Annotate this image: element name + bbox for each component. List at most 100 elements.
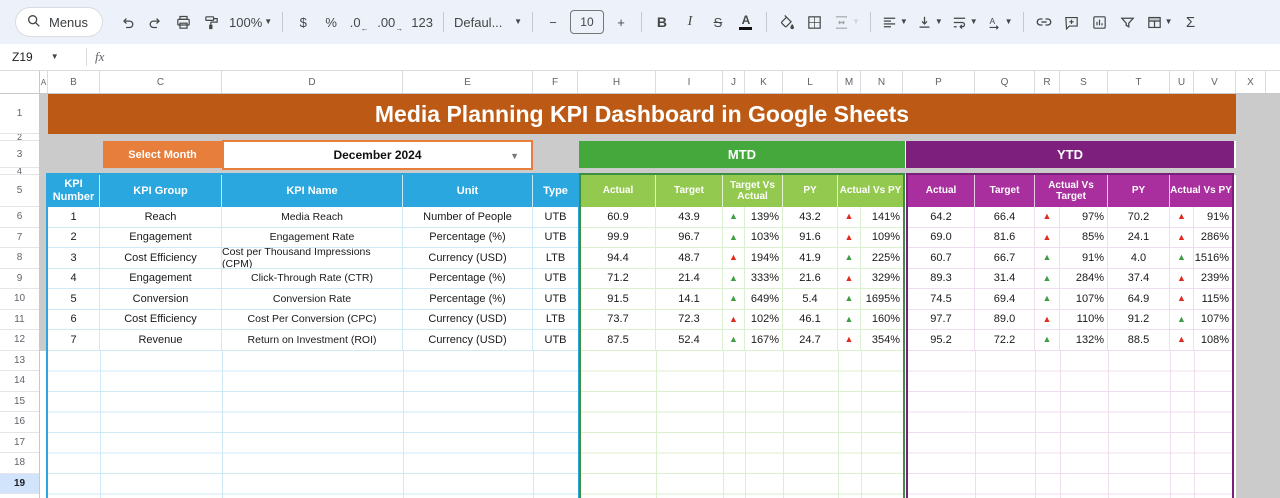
cell-kpi-name[interactable]: Cost per Thousand Impressions (CPM) xyxy=(222,248,403,269)
header-mtd-actual[interactable]: Actual xyxy=(581,175,656,207)
cell-mtd-tva-trend[interactable] xyxy=(723,268,745,289)
header-kpi-name[interactable]: KPI Name xyxy=(222,175,403,207)
row-header-15[interactable]: 15 xyxy=(0,391,39,412)
select-all-corner[interactable] xyxy=(0,71,40,93)
column-header-T[interactable]: T xyxy=(1108,71,1170,93)
cell-ytd-avp[interactable]: 108% xyxy=(1194,330,1232,351)
create-filter-button[interactable] xyxy=(1115,8,1141,36)
cell-ytd-avp[interactable]: 1516% xyxy=(1194,248,1232,269)
cell-mtd-actual[interactable]: 73.7 xyxy=(581,309,656,330)
cell-ytd-actual[interactable]: 69.0 xyxy=(908,227,975,248)
cell-kpi-group[interactable]: Reach xyxy=(100,207,222,228)
cell-ytd-avt-trend[interactable] xyxy=(1035,207,1060,228)
italic-button[interactable]: I xyxy=(677,8,703,36)
cell-mtd-target[interactable]: 43.9 xyxy=(656,207,723,228)
cell-ytd-avt-trend[interactable] xyxy=(1035,330,1060,351)
column-header-S[interactable]: S xyxy=(1060,71,1108,93)
cell-mtd-target[interactable]: 72.3 xyxy=(656,309,723,330)
cell-mtd-tva[interactable]: 102% xyxy=(745,309,783,330)
cell-ytd-py[interactable]: 88.5 xyxy=(1108,330,1170,351)
strikethrough-button[interactable]: S xyxy=(705,8,731,36)
row-header-18[interactable]: 18 xyxy=(0,453,39,474)
cell-ytd-target[interactable]: 89.0 xyxy=(975,309,1035,330)
column-header-A[interactable]: A xyxy=(40,71,48,93)
cell-kpi-group[interactable]: Cost Efficiency xyxy=(100,248,222,269)
cell-ytd-target[interactable]: 66.7 xyxy=(975,248,1035,269)
cell-kpi-group[interactable]: Conversion xyxy=(100,289,222,310)
row-header-12[interactable]: 12 xyxy=(0,330,39,351)
cell-mtd-avp-trend[interactable] xyxy=(838,207,861,228)
header-mtd-target[interactable]: Target xyxy=(656,175,723,207)
column-header-D[interactable]: D xyxy=(222,71,403,93)
header-mtd-target-vs-actual[interactable]: Target Vs Actual xyxy=(723,175,783,207)
cell-ytd-avt-trend[interactable] xyxy=(1035,248,1060,269)
name-box[interactable]: Z19 ▼ xyxy=(0,50,86,64)
cell-mtd-actual[interactable]: 99.9 xyxy=(581,227,656,248)
cell-kpi-group[interactable]: Revenue xyxy=(100,330,222,351)
cell-mtd-target[interactable]: 48.7 xyxy=(656,248,723,269)
row-header-14[interactable]: 14 xyxy=(0,371,39,392)
cell-ytd-avt[interactable]: 107% xyxy=(1060,289,1108,310)
cell-ytd-avt[interactable]: 85% xyxy=(1060,227,1108,248)
cell-mtd-py[interactable]: 21.6 xyxy=(783,268,838,289)
column-header-L[interactable]: L xyxy=(783,71,838,93)
header-kpi-group[interactable]: KPI Group xyxy=(100,175,222,207)
cell-ytd-avt[interactable]: 110% xyxy=(1060,309,1108,330)
cell-ytd-avt-trend[interactable] xyxy=(1035,268,1060,289)
cell-mtd-avp-trend[interactable] xyxy=(838,248,861,269)
cell-mtd-tva-trend[interactable] xyxy=(723,227,745,248)
cell-mtd-tva[interactable]: 103% xyxy=(745,227,783,248)
row-header-1[interactable]: 1 xyxy=(0,94,39,134)
column-header-K[interactable]: K xyxy=(745,71,783,93)
header-type[interactable]: Type xyxy=(533,175,578,207)
cell-kpi-name[interactable]: Conversion Rate xyxy=(222,289,403,310)
cell-unit[interactable]: Currency (USD) xyxy=(403,330,533,351)
cell-ytd-actual[interactable]: 60.7 xyxy=(908,248,975,269)
cell-ytd-py[interactable]: 37.4 xyxy=(1108,268,1170,289)
cell-ytd-avt[interactable]: 97% xyxy=(1060,207,1108,228)
cell-ytd-target[interactable]: 81.6 xyxy=(975,227,1035,248)
cell-ytd-actual[interactable]: 97.7 xyxy=(908,309,975,330)
column-header-V[interactable]: V xyxy=(1194,71,1236,93)
header-mtd-actual-vs-py[interactable]: Actual Vs PY xyxy=(838,175,903,207)
cell-kpi-number[interactable]: 3 xyxy=(48,248,100,269)
cell-mtd-py[interactable]: 91.6 xyxy=(783,227,838,248)
cell-mtd-tva[interactable]: 333% xyxy=(745,268,783,289)
cell-ytd-avp-trend[interactable] xyxy=(1170,330,1194,351)
cell-kpi-number[interactable]: 6 xyxy=(48,309,100,330)
cell-kpi-name[interactable]: Click-Through Rate (CTR) xyxy=(222,268,403,289)
cell-ytd-py[interactable]: 4.0 xyxy=(1108,248,1170,269)
cell-ytd-py[interactable]: 70.2 xyxy=(1108,207,1170,228)
cell-ytd-target[interactable]: 69.4 xyxy=(975,289,1035,310)
horizontal-align-button[interactable]: ▼ xyxy=(878,8,911,36)
row-header-7[interactable]: 7 xyxy=(0,227,39,248)
cell-mtd-avp-trend[interactable] xyxy=(838,289,861,310)
cell-type[interactable]: LTB xyxy=(533,310,578,330)
paint-format-button[interactable] xyxy=(198,8,224,36)
cell-unit[interactable]: Currency (USD) xyxy=(403,309,533,330)
menus-button[interactable]: Menus xyxy=(16,8,103,36)
cell-kpi-group[interactable]: Engagement xyxy=(100,227,222,248)
cell-ytd-py[interactable]: 24.1 xyxy=(1108,227,1170,248)
ytd-section-header[interactable]: YTD xyxy=(906,141,1234,168)
row-header-19-selected[interactable]: 19 xyxy=(0,473,39,494)
column-header-F[interactable]: F xyxy=(533,71,578,93)
cell-mtd-target[interactable]: 14.1 xyxy=(656,289,723,310)
row-header-20[interactable]: 20 xyxy=(0,494,39,498)
row-header-6[interactable]: 6 xyxy=(0,207,39,228)
font-select[interactable]: Defaul... ▼ xyxy=(451,8,525,36)
cell-mtd-py[interactable]: 5.4 xyxy=(783,289,838,310)
cell-ytd-actual[interactable]: 74.5 xyxy=(908,289,975,310)
row-header-16[interactable]: 16 xyxy=(0,412,39,433)
cell-ytd-actual[interactable]: 89.3 xyxy=(908,268,975,289)
column-header-P[interactable]: P xyxy=(903,71,975,93)
cell-ytd-avp[interactable]: 286% xyxy=(1194,228,1232,248)
cell-mtd-tva-trend[interactable] xyxy=(723,330,745,351)
cell-mtd-target[interactable]: 52.4 xyxy=(656,330,723,351)
cell-mtd-avp-trend[interactable] xyxy=(838,309,861,330)
column-header-M[interactable]: M xyxy=(838,71,861,93)
cell-kpi-group[interactable]: Cost Efficiency xyxy=(100,309,222,330)
cell-mtd-tva[interactable]: 167% xyxy=(745,330,783,351)
cell-type[interactable]: UTB xyxy=(533,289,578,310)
row-header-11[interactable]: 11 xyxy=(0,309,39,330)
